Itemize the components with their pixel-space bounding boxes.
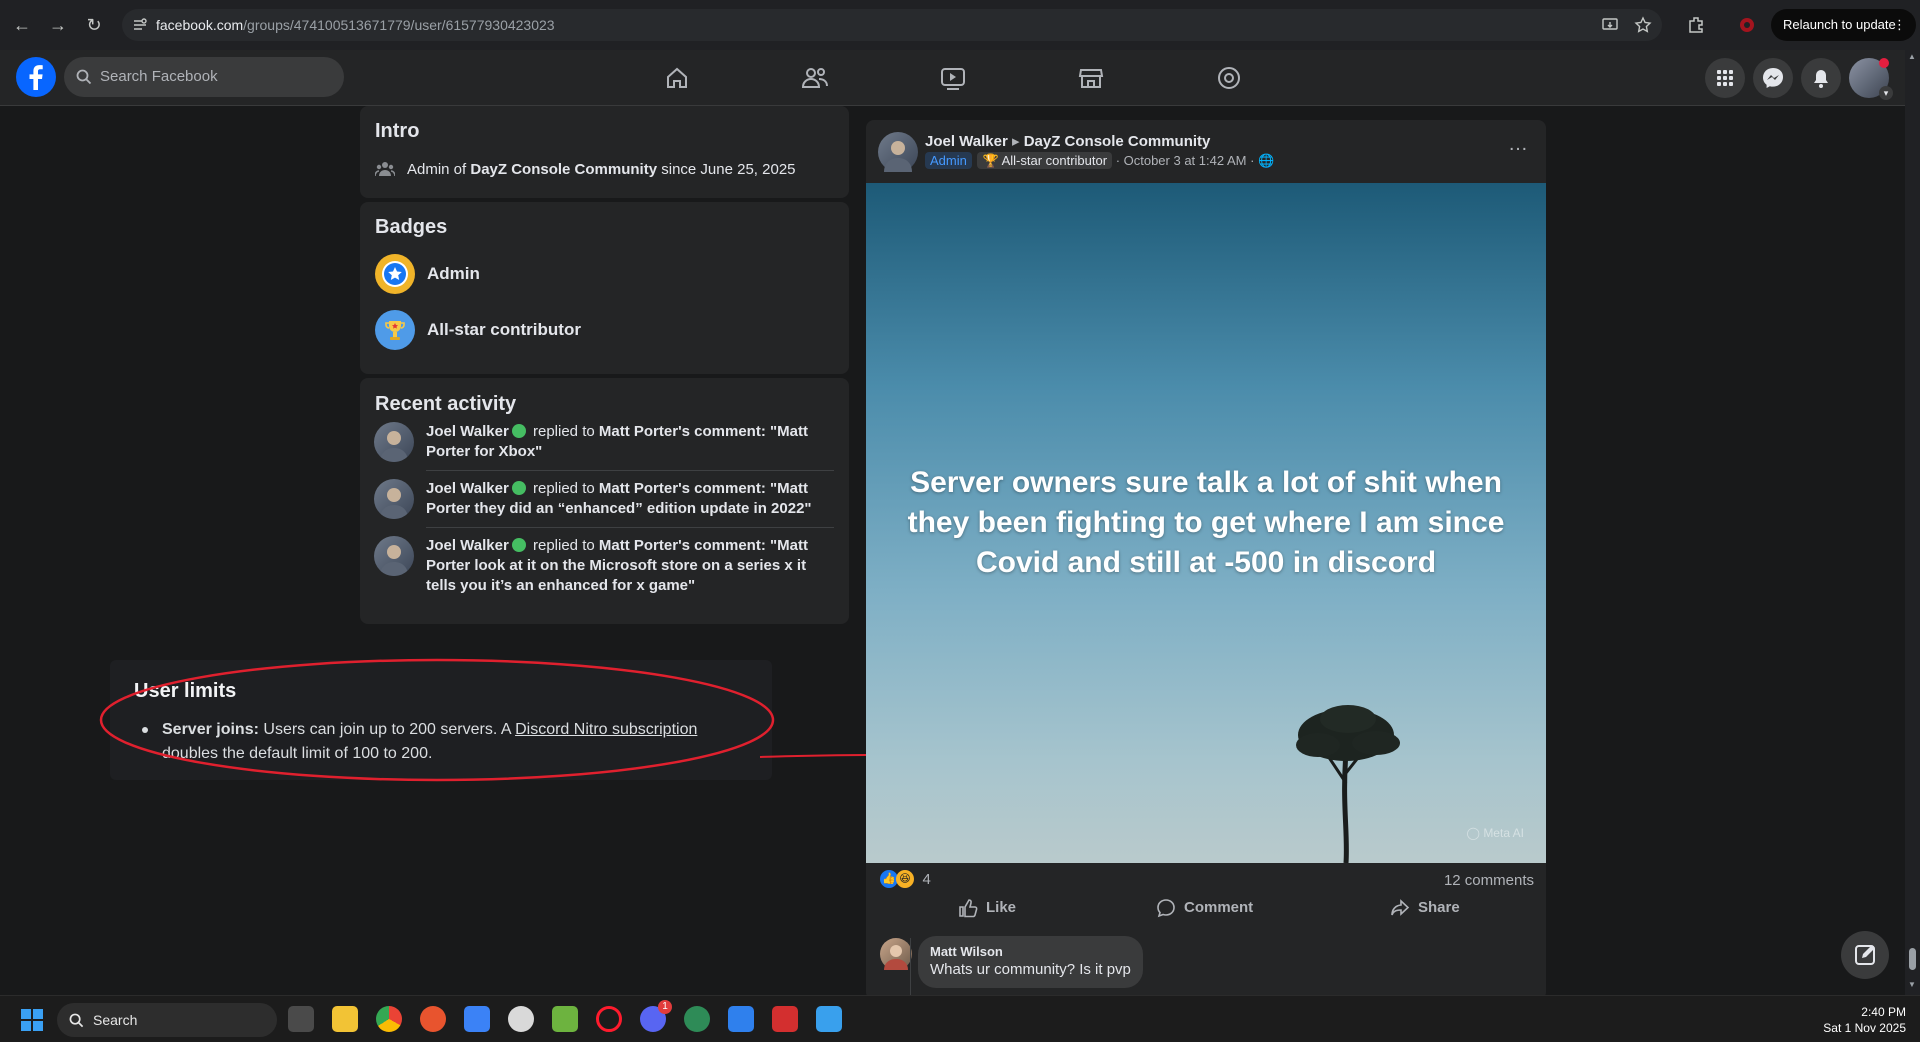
like-label: Like: [986, 898, 1017, 916]
taskbar-search-label: Search: [93, 1012, 138, 1028]
post-timestamp[interactable]: · October 3 at 1:42 AM ·: [1116, 153, 1255, 168]
chrome-icon[interactable]: [376, 1006, 402, 1032]
comment-author[interactable]: Matt Wilson: [930, 944, 1131, 959]
caret-right-icon: ▸: [1012, 133, 1020, 150]
tree-illustration: [1296, 705, 1400, 863]
share-arrow-icon: [1391, 899, 1410, 916]
reaction-count: 4: [922, 870, 931, 888]
post-image[interactable]: Server owners sure talk a lot of shit wh…: [866, 183, 1546, 863]
post-image-caption: Server owners sure talk a lot of shit wh…: [907, 466, 1505, 579]
vscode-icon[interactable]: [728, 1006, 754, 1032]
compose-icon: [1855, 945, 1875, 965]
watermark-label: Meta AI: [1483, 826, 1524, 840]
taskbar-clock[interactable]: 2:40 PM Sat 1 Nov 2025: [1823, 1004, 1906, 1036]
share-label: Share: [1418, 898, 1460, 916]
windows-start-icon[interactable]: [20, 1008, 44, 1032]
comment-thread-line: [910, 938, 911, 998]
page-scrollbar[interactable]: ▲ ▼: [1905, 50, 1920, 995]
admin-role-badge[interactable]: Admin: [925, 152, 972, 169]
contributor-badge[interactable]: 🏆 All-star contributor: [977, 152, 1113, 169]
file-explorer-icon[interactable]: [332, 1006, 358, 1032]
comment-label: Comment: [1184, 898, 1254, 916]
app-hs-icon[interactable]: [684, 1006, 710, 1032]
scroll-up-icon[interactable]: ▲: [1908, 52, 1916, 61]
commenter-avatar[interactable]: [880, 938, 912, 970]
taskbar-search[interactable]: Search: [57, 1003, 277, 1037]
share-button[interactable]: Share: [1390, 898, 1460, 928]
group-post: Joel Walker ▸ DayZ Console Community Adm…: [866, 120, 1546, 1000]
meta-ai-icon: ◯: [1466, 826, 1480, 840]
discord-icon[interactable]: 1: [640, 1000, 672, 1032]
windows-taskbar: Search 1 2:40 PM Sat 1 Nov 2025: [0, 995, 1920, 1042]
comment-text: Whats ur community? Is it pvp: [930, 961, 1131, 978]
contributor-badge-label: All-star contributor: [1001, 153, 1108, 168]
post-author-avatar[interactable]: [878, 132, 918, 172]
person-icon: [884, 945, 908, 970]
post-header-title: Joel Walker ▸ DayZ Console Community: [925, 132, 1210, 150]
photos-icon[interactable]: [816, 1006, 842, 1032]
clock-time: 2:40 PM: [1861, 1005, 1906, 1019]
comments-count-link[interactable]: 12 comments: [1444, 872, 1534, 889]
meta-ai-watermark: ◯ Meta AI: [1467, 826, 1524, 840]
clock-date: Sat 1 Nov 2025: [1823, 1021, 1906, 1035]
discord-notification-badge: 1: [658, 1000, 672, 1014]
app-orange-icon[interactable]: [420, 1006, 446, 1032]
like-button[interactable]: Like: [958, 898, 1016, 928]
search-icon: [69, 1013, 84, 1028]
thumbs-up-icon: [959, 899, 978, 918]
more-options-icon[interactable]: …: [1504, 134, 1532, 158]
opera-icon[interactable]: [596, 1006, 622, 1032]
notepad-icon[interactable]: [464, 1006, 490, 1032]
post-author[interactable]: Joel Walker: [925, 133, 1008, 150]
trophy-small-icon: 🏆: [982, 153, 999, 168]
new-message-button[interactable]: [1841, 931, 1889, 979]
post-meta: Admin 🏆 All-star contributor · October 3…: [925, 152, 1275, 169]
haha-reaction-icon: 😆: [896, 870, 914, 888]
person-icon: [884, 141, 912, 172]
comment-button[interactable]: Comment: [1156, 898, 1253, 928]
scroll-down-icon[interactable]: ▼: [1908, 980, 1916, 989]
notepadpp-icon[interactable]: [552, 1006, 578, 1032]
comment-bubble: Matt Wilson Whats ur community? Is it pv…: [918, 936, 1143, 988]
post-group[interactable]: DayZ Console Community: [1024, 133, 1211, 150]
reaction-summary[interactable]: 👍 😆 4: [880, 870, 931, 888]
filezilla-icon[interactable]: [772, 1006, 798, 1032]
task-view-icon[interactable]: [288, 1006, 314, 1032]
chatgpt-icon[interactable]: [508, 1006, 534, 1032]
globe-icon: 🌐: [1258, 153, 1275, 168]
scroll-thumb[interactable]: [1909, 948, 1916, 970]
comment-bubble-icon: [1157, 899, 1175, 918]
